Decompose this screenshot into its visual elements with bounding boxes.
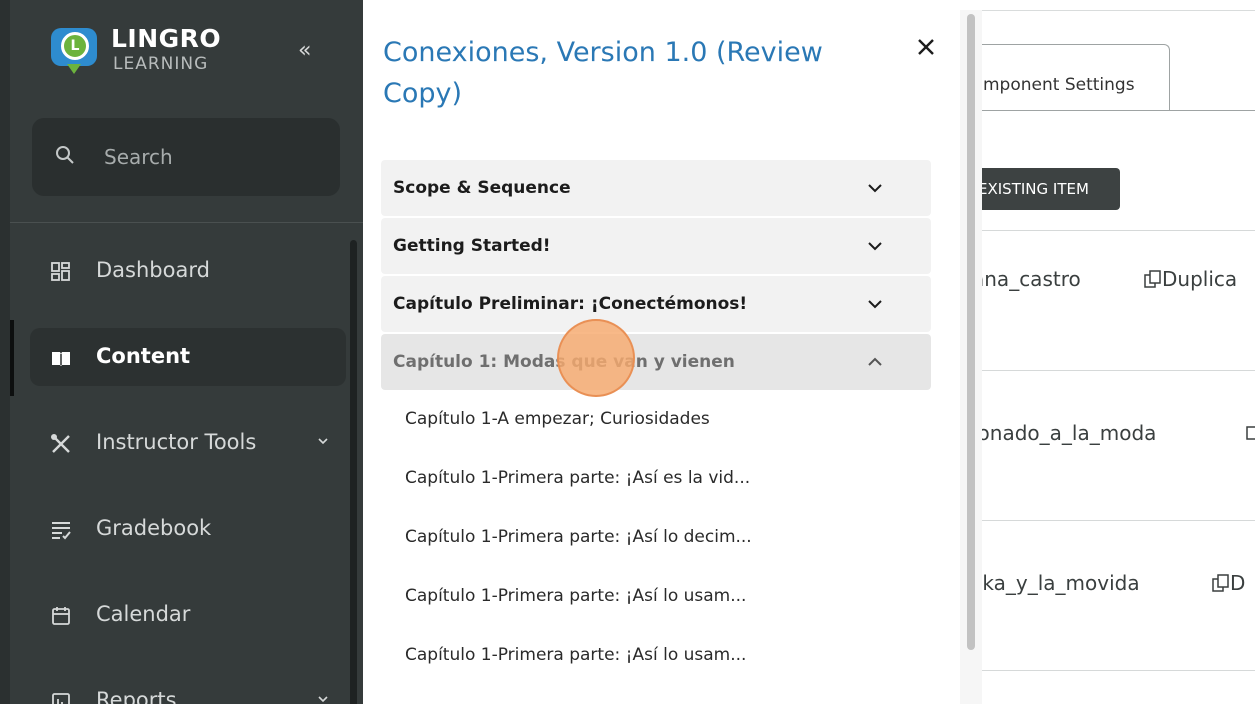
list-item[interactable]: Capítulo 1-Primera parte: ¡Así es la vid… — [405, 468, 750, 488]
logo-tail-icon — [67, 64, 81, 74]
table-row: ionado_a_la_moda — [982, 370, 1255, 521]
sidebar-item-dashboard[interactable]: Dashboard — [30, 242, 346, 300]
sidebar-item-label: Content — [96, 344, 191, 368]
chevron-down-icon — [868, 300, 882, 309]
table-row — [982, 670, 1255, 704]
panel-scrollbar-thumb[interactable] — [967, 14, 975, 650]
chevron-down-icon — [868, 242, 882, 251]
sidebar-item-calendar[interactable]: Calendar — [30, 586, 346, 644]
calendar-icon — [52, 607, 70, 625]
list-item[interactable]: Capítulo 1-Primera parte: ¡Así lo usam..… — [405, 586, 746, 606]
tab-underline — [982, 110, 1255, 111]
duplicate-icon — [1212, 574, 1229, 592]
sidebar-item-label: Reports — [96, 688, 177, 704]
duplicate-label: Duplica — [1162, 267, 1238, 291]
tab-label: mponent Settings — [983, 75, 1135, 95]
book-icon — [52, 352, 70, 366]
gradebook-icon — [52, 522, 71, 540]
logo-text-line1: LINGRO — [111, 24, 222, 53]
sidebar-item-label: Instructor Tools — [96, 430, 257, 454]
sidebar-item-instructor-tools[interactable]: Instructor Tools — [30, 414, 346, 472]
panel-title: Conexiones, Version 1.0 (Review Copy) — [383, 37, 823, 109]
close-icon[interactable] — [913, 34, 939, 60]
sidebar-item-gradebook[interactable]: Gradebook — [30, 500, 346, 558]
lingro-logo[interactable]: L LINGRO LEARNING — [45, 18, 245, 78]
course-outline-panel: Conexiones, Version 1.0 (Review Copy) Sc… — [363, 10, 982, 704]
background-page: mponent Settings EXISTING ITEM ana_castr… — [982, 0, 1255, 704]
header-divider — [982, 10, 1255, 11]
duplicate-button[interactable]: D — [1212, 571, 1245, 595]
list-item[interactable]: Capítulo 1-Primera parte: ¡Así lo decim.… — [405, 527, 752, 547]
chevron-down-icon — [868, 184, 882, 193]
search-input[interactable]: Search — [32, 118, 340, 196]
search-icon — [56, 146, 74, 164]
chevron-down-icon — [318, 438, 328, 445]
sidebar-scrollbar[interactable] — [350, 240, 357, 704]
duplicate-icon — [1246, 426, 1255, 440]
reports-icon — [52, 693, 70, 704]
tools-icon — [51, 434, 70, 453]
sidebar: L LINGRO LEARNING « Search Dashboard Con… — [0, 0, 363, 704]
row-name: ska_y_la_movida — [982, 571, 1140, 595]
sidebar-item-label: Calendar — [96, 602, 191, 626]
section-capitulo-1[interactable]: Capítulo 1: Modas que van y vienen — [381, 334, 931, 390]
list-item[interactable]: Capítulo 1-A empezar; Curiosidades — [405, 409, 710, 429]
chevron-down-icon — [318, 696, 328, 703]
sidebar-divider — [10, 222, 363, 223]
section-scope-sequence[interactable]: Scope & Sequence — [381, 160, 931, 216]
sidebar-item-reports[interactable]: Reports — [30, 672, 346, 704]
logo-badge: L — [61, 32, 89, 60]
duplicate-icon — [1144, 270, 1161, 288]
add-existing-item-button[interactable]: EXISTING ITEM — [982, 168, 1120, 210]
tab-component-settings[interactable]: mponent Settings — [982, 44, 1170, 111]
table-row: ska_y_la_movida D — [982, 520, 1255, 671]
row-name: ionado_a_la_moda — [982, 421, 1157, 445]
duplicate-icon[interactable] — [1246, 421, 1255, 445]
active-indicator — [10, 320, 14, 396]
logo-text-line2: LEARNING — [113, 54, 209, 74]
duplicate-label: D — [1230, 571, 1246, 595]
sidebar-item-content[interactable]: Content — [30, 328, 346, 386]
duplicate-button[interactable]: Duplica — [1144, 267, 1237, 291]
cursor-click-highlight — [557, 319, 635, 397]
list-item[interactable]: Capítulo 1-Primera parte: ¡Así lo usam..… — [405, 645, 746, 665]
sidebar-item-label: Gradebook — [96, 516, 212, 540]
table-row: ana_castro Duplica — [982, 230, 1255, 371]
section-title: Getting Started! — [393, 236, 551, 256]
sidebar-edge — [0, 0, 10, 704]
chevron-up-icon — [868, 357, 882, 366]
section-title: Capítulo Preliminar: ¡Conectémonos! — [393, 294, 748, 314]
section-title: Scope & Sequence — [393, 178, 571, 198]
section-getting-started[interactable]: Getting Started! — [381, 218, 931, 274]
section-capitulo-preliminar[interactable]: Capítulo Preliminar: ¡Conectémonos! — [381, 276, 931, 332]
search-placeholder: Search — [104, 145, 173, 169]
collapse-sidebar-button[interactable]: « — [298, 40, 311, 62]
dashboard-icon — [51, 262, 70, 281]
sidebar-item-label: Dashboard — [96, 258, 210, 282]
row-name: ana_castro — [982, 267, 1081, 291]
